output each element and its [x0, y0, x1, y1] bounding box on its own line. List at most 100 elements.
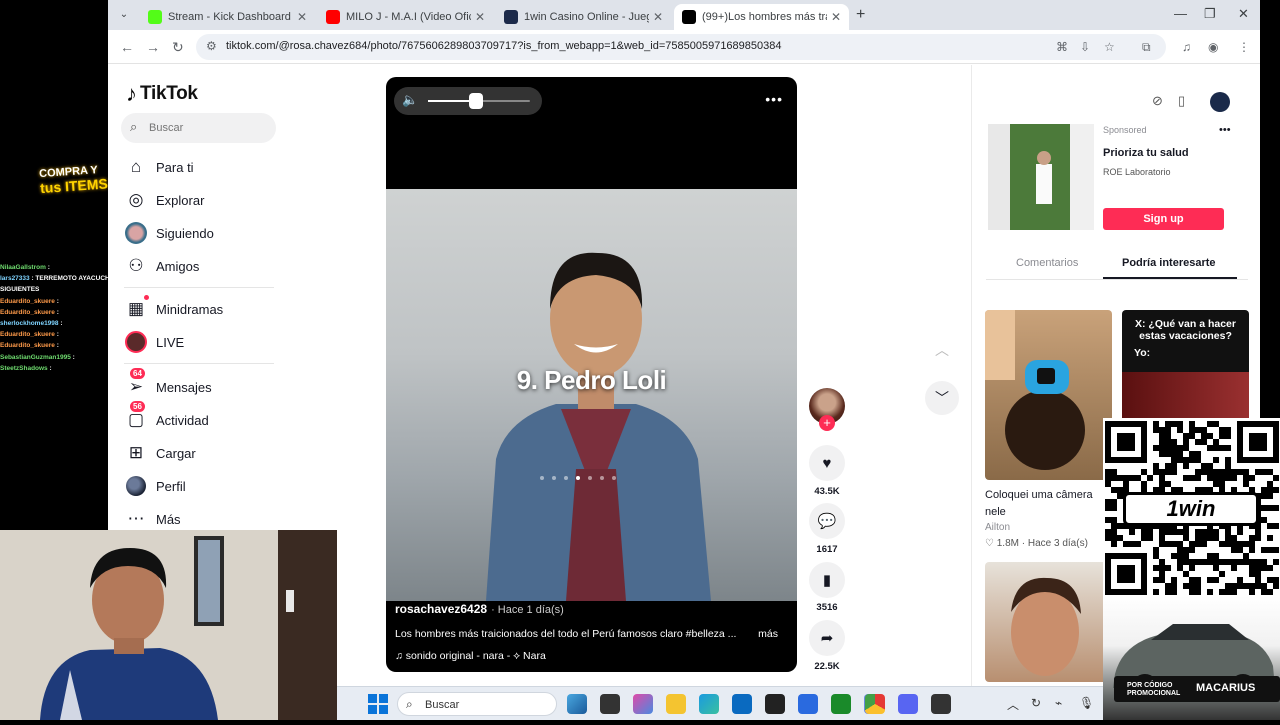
url-text[interactable]: tiktok.com/@rosa.chavez684/photo/7675606…	[226, 40, 782, 52]
like-button[interactable]: ♥	[809, 445, 845, 481]
volume-speaker-icon[interactable]: 🔈	[402, 92, 418, 108]
chat-username: NilaaGallstrom	[0, 264, 46, 271]
tab-comments[interactable]: Comentarios	[1016, 257, 1078, 269]
ad-title[interactable]: Prioriza tu salud	[1103, 147, 1189, 159]
upload-icon: ⊞	[128, 443, 144, 462]
search-input[interactable]	[149, 118, 269, 138]
translate-icon[interactable]: ⌘	[1056, 40, 1068, 54]
ad-brand[interactable]: ROE Laboratorio	[1103, 167, 1171, 177]
taskbar-search[interactable]: ⌕ Buscar	[397, 692, 557, 716]
browser-tab[interactable]: Stream - Kick Dashboard ✕	[140, 4, 315, 30]
video-time: · Hace 1 día(s)	[491, 604, 564, 616]
sidebar-item-actividad[interactable]: ▢ 56 Actividad	[124, 401, 209, 434]
description-more-link[interactable]: más	[758, 628, 778, 640]
ad-more-icon[interactable]: •••	[1219, 124, 1231, 136]
save-count: 3516	[816, 602, 838, 613]
bookmark-star-icon[interactable]: ☆	[1104, 40, 1115, 54]
search-box[interactable]: ⌕	[121, 113, 276, 143]
tray-app-icon[interactable]: ↻	[1031, 696, 1041, 710]
close-window-icon[interactable]: ✕	[1238, 6, 1249, 22]
omnibox[interactable]: ⚙ tiktok.com/@rosa.chavez684/photo/76756…	[196, 34, 1166, 60]
carousel-dot-active[interactable]	[576, 476, 580, 480]
windows-start-icon[interactable]	[368, 694, 388, 714]
reload-icon[interactable]: ↻	[172, 39, 184, 56]
minimize-icon[interactable]: —	[1174, 6, 1187, 21]
sidebar-item-explorar[interactable]: ◎ Explorar	[124, 186, 205, 214]
chrome-icon[interactable]	[865, 694, 885, 714]
sidebar-item-amigos[interactable]: ⚇ Amigos	[124, 252, 199, 280]
site-info-icon[interactable]: ⚙	[206, 39, 217, 53]
obs-icon[interactable]	[765, 694, 785, 714]
carousel-dot[interactable]	[564, 476, 568, 480]
copilot-icon[interactable]	[633, 694, 653, 714]
video-player[interactable]: 9. Pedro Loli 🔈 ••• rosachavez6428 · Hace…	[386, 77, 797, 672]
video-author[interactable]: rosachavez6428	[395, 602, 487, 616]
network-icon[interactable]: ⌁	[1055, 696, 1062, 710]
browser-tab[interactable]: MILO J - M.A.I (Video Oficial) ✕	[318, 4, 493, 30]
volume-slider-knob[interactable]	[468, 93, 483, 109]
previous-video-icon[interactable]: ︿	[925, 333, 959, 367]
xbox-icon[interactable]	[831, 694, 851, 714]
carousel-dots[interactable]	[536, 467, 620, 485]
suggested-video-title[interactable]: Coloquei uma câmera nele	[985, 487, 1113, 521]
ad-image[interactable]	[988, 124, 1094, 230]
suggested-video-thumbnail-3[interactable]	[985, 562, 1112, 682]
restore-icon[interactable]: ❐	[1204, 6, 1216, 22]
profile-icon[interactable]: ◉	[1208, 40, 1218, 54]
forward-icon[interactable]: →	[146, 39, 160, 55]
sidebar-item-perfil[interactable]: Perfil	[124, 472, 186, 500]
store-icon[interactable]	[732, 694, 752, 714]
device-icon[interactable]: ▯	[1178, 93, 1185, 109]
video-sound-row[interactable]: ♫ sonido original - nara - ⟡ Nara	[395, 650, 546, 663]
video-more-icon[interactable]: •••	[765, 91, 783, 107]
sidebar-item-mensajes[interactable]: ➢ 64 Mensajes	[124, 368, 212, 401]
coins-icon[interactable]: ⊘	[1152, 93, 1163, 109]
sidebar-item-siguiendo[interactable]: Siguiendo	[124, 219, 214, 247]
close-tab-icon[interactable]: ✕	[297, 10, 307, 24]
sidebar-item-para-ti[interactable]: ⌂ Para ti	[124, 153, 194, 181]
suggested-video-author[interactable]: Ailton	[985, 522, 1010, 533]
account-avatar[interactable]	[1210, 92, 1230, 112]
carousel-dot[interactable]	[552, 476, 556, 480]
menu-kebab-icon[interactable]: ⋮	[1238, 40, 1250, 54]
tab-search-chevron-icon[interactable]: ⌄	[114, 6, 134, 24]
share-button[interactable]: ➦	[809, 620, 845, 656]
tiktok-logo[interactable]: ♪ TikTok	[126, 81, 198, 107]
sidebar-item-mas[interactable]: ⋯ Más	[124, 505, 181, 533]
browser-tab-active[interactable]: (99+)Los hombres más traicion ✕	[674, 4, 849, 30]
carousel-dot[interactable]	[588, 476, 592, 480]
sidebar-item-cargar[interactable]: ⊞ Cargar	[124, 439, 196, 467]
ad-signup-button[interactable]: Sign up	[1103, 208, 1224, 230]
close-tab-icon[interactable]: ✕	[831, 10, 841, 24]
tray-chevron-icon[interactable]: ︿	[1007, 696, 1019, 713]
next-video-icon[interactable]: ﹀	[925, 381, 959, 415]
follow-plus-icon[interactable]: +	[819, 415, 835, 431]
carousel-dot[interactable]	[600, 476, 604, 480]
sound-name[interactable]: sonido original - nara - ⟡ Nara	[406, 650, 546, 662]
sidebar-item-live[interactable]: LIVE	[124, 328, 184, 356]
volume-control[interactable]: 🔈	[394, 87, 542, 115]
new-tab-icon[interactable]: +	[856, 6, 865, 24]
widgets-icon[interactable]	[567, 694, 587, 714]
media-icon[interactable]: ♫	[1182, 40, 1191, 54]
close-tab-icon[interactable]: ✕	[475, 10, 485, 24]
carousel-dot[interactable]	[540, 476, 544, 480]
vscode-icon[interactable]	[798, 694, 818, 714]
extensions-icon[interactable]: ⧉	[1142, 40, 1151, 55]
browser-tab[interactable]: 1win Casino Online - Juega y g ✕	[496, 4, 671, 30]
task-view-icon[interactable]	[600, 694, 620, 714]
comment-button[interactable]: 💬	[809, 503, 845, 539]
sidebar-item-minidramas[interactable]: ▦ Minidramas	[124, 295, 223, 323]
file-explorer-icon[interactable]	[666, 694, 686, 714]
tab-podria-interesarte[interactable]: Podría interesarte	[1122, 257, 1216, 269]
microphone-icon[interactable]: 🎙	[1079, 696, 1094, 710]
save-button[interactable]: ▮	[809, 562, 845, 598]
install-icon[interactable]: ⇩	[1080, 40, 1090, 54]
close-tab-icon[interactable]: ✕	[653, 10, 663, 24]
carousel-dot[interactable]	[612, 476, 616, 480]
edge-icon[interactable]	[699, 694, 719, 714]
back-icon[interactable]: ←	[120, 39, 134, 55]
recorder-icon[interactable]	[931, 694, 951, 714]
discord-icon[interactable]	[898, 694, 918, 714]
suggested-video-thumbnail[interactable]	[985, 310, 1112, 480]
